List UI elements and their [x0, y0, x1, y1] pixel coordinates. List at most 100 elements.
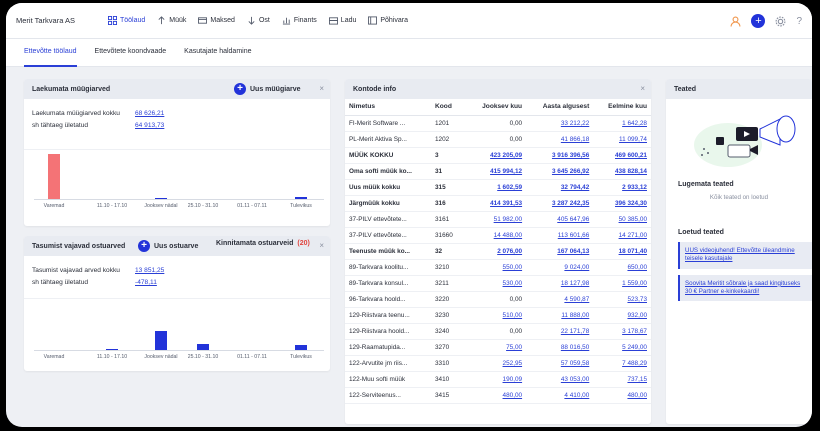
chart-bar[interactable] [48, 154, 60, 199]
cell-year-to-date[interactable]: 41 866,18 [526, 131, 594, 148]
chart-bar[interactable] [155, 198, 167, 199]
close-icon[interactable]: × [640, 84, 645, 93]
chart-bar[interactable] [295, 197, 307, 199]
cell-previous-month[interactable]: 396 324,30 [593, 195, 651, 212]
cell-current-month[interactable]: 415 994,12 [467, 163, 527, 180]
table-row[interactable]: FI-Merit Software ... 1201 0,00 33 212,22 1 … [345, 115, 651, 132]
chart-bar[interactable] [106, 349, 118, 350]
cell-year-to-date[interactable]: 11 888,00 [526, 307, 594, 324]
cell-year-to-date[interactable]: 88 016,50 [526, 339, 594, 356]
table-row[interactable]: PL-Merit Aktiva Sp... 1202 0,00 41 866,18 11… [345, 131, 651, 148]
cell-year-to-date[interactable]: 4 590,87 [526, 291, 594, 308]
table-row[interactable]: 129-Raamatupida... 3270 75,00 88 016,50 5 24… [345, 339, 651, 356]
cell-previous-month[interactable]: 14 271,00 [593, 227, 651, 244]
nav-item-finants[interactable]: Finants [282, 11, 317, 31]
cell-previous-month[interactable]: 1 642,28 [593, 115, 651, 132]
cell-current-month[interactable]: 414 391,53 [467, 195, 527, 212]
chart-bar[interactable] [197, 344, 209, 350]
table-row[interactable]: 129-Riistvara teenu... 3230 510,00 11 888,0… [345, 307, 651, 324]
summary-value[interactable]: 64 913,73 [135, 122, 164, 129]
column-header[interactable]: Kood [431, 99, 467, 116]
nav-item-ost[interactable]: Ost [247, 11, 270, 31]
cell-current-month[interactable]: 550,00 [467, 259, 527, 276]
table-row[interactable]: 89-Tarkvara konsul... 3211 530,00 18 127,98… [345, 275, 651, 292]
nav-item-maksed[interactable]: Maksed [198, 11, 235, 31]
cell-current-month[interactable]: 252,95 [467, 355, 527, 372]
nav-item-muuk[interactable]: Müük [157, 11, 186, 31]
cell-year-to-date[interactable]: 167 064,13 [526, 243, 594, 260]
table-row[interactable]: 122-Arvutite jm riis... 3310 252,95 57 059,… [345, 355, 651, 372]
table-row[interactable]: MÜÜK KOKKU 3 423 205,09 3 916 396,56 469 600… [345, 147, 651, 164]
cell-current-month[interactable]: 1 602,59 [467, 179, 527, 196]
notification-item[interactable]: Soovita Meritit sõbrale ja saad kingitus… [678, 274, 812, 302]
cell-current-month[interactable]: 2 076,00 [467, 243, 527, 260]
cell-year-to-date[interactable]: 43 053,00 [526, 371, 594, 388]
cell-previous-month[interactable]: 11 099,74 [593, 131, 651, 148]
cell-previous-month[interactable]: 523,73 [593, 291, 651, 308]
cell-previous-month[interactable]: 480,00 [593, 387, 651, 404]
table-row[interactable]: Oma softi müük ko... 31 415 994,12 3 645 26… [345, 163, 651, 180]
cell-current-month[interactable]: 14 488,00 [467, 227, 527, 244]
cell-previous-month[interactable]: 438 828,14 [593, 163, 651, 180]
cell-year-to-date[interactable]: 3 916 396,56 [526, 147, 594, 164]
cell-year-to-date[interactable]: 57 059,58 [526, 355, 594, 372]
column-header[interactable]: Jooksev kuu [467, 99, 527, 116]
cell-current-month[interactable]: 510,00 [467, 307, 527, 324]
cell-year-to-date[interactable]: 33 212,22 [526, 115, 594, 132]
table-row[interactable]: 96-Tarkvara hoold... 3220 0,00 4 590,87 523,… [345, 291, 651, 308]
cell-previous-month[interactable]: 469 600,21 [593, 147, 651, 164]
tab-ettevotte-toolaud[interactable]: Ettevõtte töölaud [24, 39, 77, 67]
table-row[interactable]: Uus müük kokku 315 1 602,59 32 794,42 2 933,… [345, 179, 651, 196]
new-sales-invoice-button[interactable]: + Uus müügiarve [234, 83, 301, 95]
cell-previous-month[interactable]: 1 559,00 [593, 275, 651, 292]
column-header[interactable]: Nimetus [345, 99, 431, 116]
chart-bar[interactable] [295, 345, 307, 350]
cell-year-to-date[interactable]: 22 171,78 [526, 323, 594, 340]
cell-previous-month[interactable]: 7 488,29 [593, 355, 651, 372]
cell-previous-month[interactable]: 18 071,40 [593, 243, 651, 260]
table-row[interactable]: Järgmüük kokku 316 414 391,53 3 287 242,35 3… [345, 195, 651, 212]
cell-year-to-date[interactable]: 113 601,66 [526, 227, 594, 244]
summary-value[interactable]: -478,11 [135, 279, 157, 286]
chart-bar[interactable] [155, 331, 167, 350]
tab-kasutajate-haldamine[interactable]: Kasutajate haldamine [184, 39, 251, 67]
cell-year-to-date[interactable]: 405 647,96 [526, 211, 594, 228]
cell-current-month[interactable]: 51 982,00 [467, 211, 527, 228]
cell-year-to-date[interactable]: 9 024,00 [526, 259, 594, 276]
help-icon[interactable]: ? [796, 16, 802, 27]
table-row[interactable]: 37-PILV ettevõtete... 31660 14 488,00 113 6… [345, 227, 651, 244]
tab-ettevotete-koondvaade[interactable]: Ettevõtete koondvaade [95, 39, 167, 67]
gear-icon[interactable] [775, 16, 786, 27]
cell-current-month[interactable]: 75,00 [467, 339, 527, 356]
nav-item-toolaud[interactable]: Töölaud [108, 11, 145, 31]
cell-previous-month[interactable]: 3 178,67 [593, 323, 651, 340]
column-header[interactable]: Aasta algusest [526, 99, 594, 116]
nav-item-pohivara[interactable]: Põhivara [368, 11, 408, 31]
cell-previous-month[interactable]: 737,15 [593, 371, 651, 388]
company-name[interactable]: Merit Tarkvara AS [16, 16, 108, 25]
table-row[interactable]: 89-Tarkvara koolitu... 3210 550,00 9 024,00… [345, 259, 651, 276]
add-icon[interactable]: + [751, 14, 766, 28]
cell-year-to-date[interactable]: 4 410,00 [526, 387, 594, 404]
cell-year-to-date[interactable]: 3 645 266,92 [526, 163, 594, 180]
cell-year-to-date[interactable]: 3 287 242,35 [526, 195, 594, 212]
cell-previous-month[interactable]: 2 933,12 [593, 179, 651, 196]
notification-item[interactable]: UUS videojuhend! Ettevõtte üleandmine te… [678, 242, 812, 269]
table-row[interactable]: 37-PILV ettevõtete... 3161 51 982,00 405 64… [345, 211, 651, 228]
new-purchase-invoice-button[interactable]: + Uus ostuarve [138, 240, 198, 252]
close-icon[interactable]: × [319, 84, 324, 93]
table-row[interactable]: Teenuste müük ko... 32 2 076,00 167 064,13 1… [345, 243, 651, 260]
cell-year-to-date[interactable]: 18 127,98 [526, 275, 594, 292]
column-header[interactable]: Eelmine kuu [593, 99, 651, 116]
table-row[interactable]: 122-Muu softi müük 3410 190,09 43 053,00 737… [345, 371, 651, 388]
cell-current-month[interactable]: 530,00 [467, 275, 527, 292]
nav-item-ladu[interactable]: Ladu [328, 11, 356, 31]
table-row[interactable]: 122-Serviteenus... 3415 480,00 4 410,00 480,… [345, 387, 651, 404]
cell-previous-month[interactable]: 5 249,00 [593, 339, 651, 356]
cell-year-to-date[interactable]: 32 794,42 [526, 179, 594, 196]
cell-current-month[interactable]: 423 205,09 [467, 147, 527, 164]
summary-value[interactable]: 68 626,21 [135, 110, 164, 117]
summary-value[interactable]: 13 851,25 [135, 267, 164, 274]
cell-previous-month[interactable]: 650,00 [593, 259, 651, 276]
cell-previous-month[interactable]: 932,00 [593, 307, 651, 324]
